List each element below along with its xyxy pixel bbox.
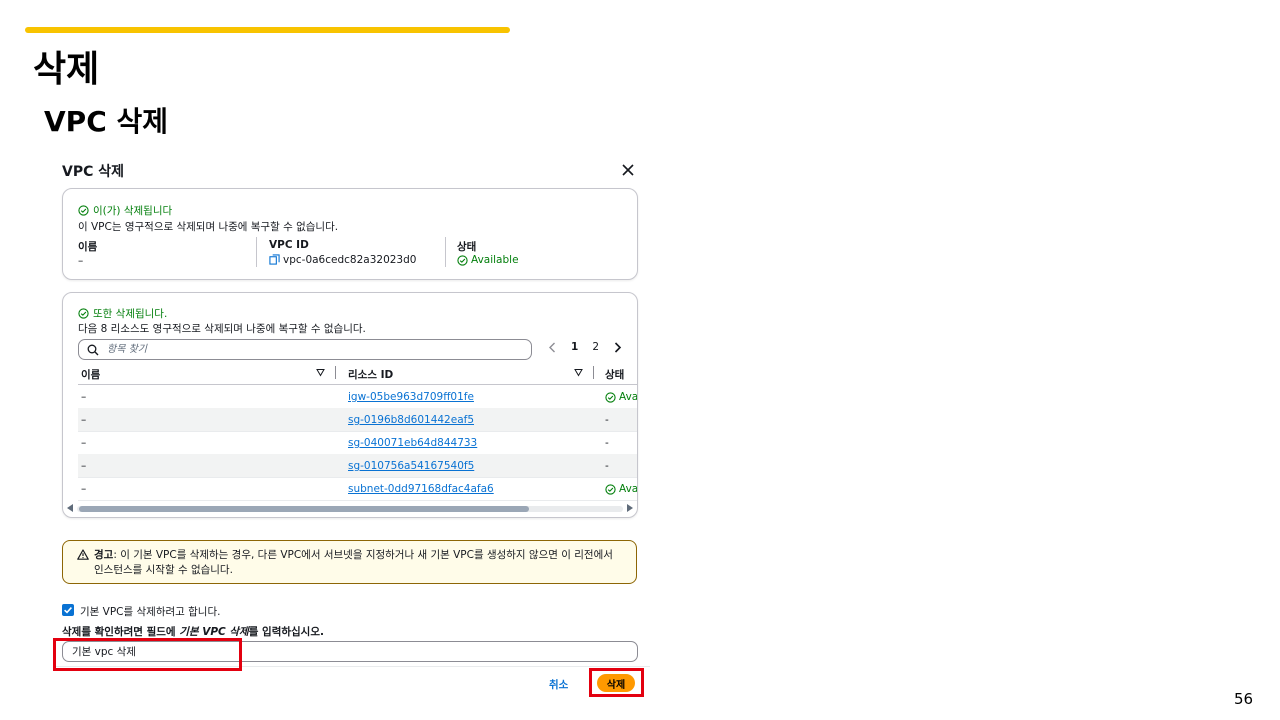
state-text: Available (471, 254, 519, 266)
scroll-left-icon[interactable] (67, 504, 73, 512)
chevron-left-icon[interactable] (548, 342, 557, 353)
check-circle-icon (78, 205, 89, 216)
cell-name: – (81, 414, 87, 426)
cell-name: – (81, 437, 87, 449)
resources-deleted-status: 또한 삭제됩니다. (78, 306, 167, 321)
cancel-button[interactable]: 취소 (549, 677, 568, 692)
resource-id-link[interactable]: sg-010756a54167540f5 (348, 460, 474, 472)
vpc-deleted-status: 이(가) 삭제됩니다 (78, 203, 172, 218)
column-header-resource-id[interactable]: 리소스 ID (348, 367, 393, 382)
resource-id-link[interactable]: subnet-0dd97168dfac4afa6 (348, 483, 494, 495)
vpc-id-value: vpc-0a6cedc82a32023d0 (269, 254, 416, 266)
sort-down-icon[interactable] (574, 368, 583, 377)
confirm-keyword: 기본 VPC 삭제 (179, 626, 249, 638)
delete-vpc-modal: VPC 삭제 이(가) 삭제됩니다 이 VPC는 영구적으로 삭제되며 나중에 … (55, 152, 655, 707)
highlight-box-delete-button (589, 668, 644, 697)
warning-icon (77, 549, 89, 560)
search-box (78, 339, 532, 360)
vpc-summary-panel: 이(가) 삭제됩니다 이 VPC는 영구적으로 삭제되며 나중에 복구할 수 없… (62, 188, 638, 280)
scroll-right-icon[interactable] (627, 504, 633, 512)
table-row: – subnet-0dd97168dfac4afa6 Ava (78, 477, 638, 501)
confirm-prefix: 삭제를 확인하려면 필드에 (62, 626, 180, 638)
warning-label: 경고 (94, 549, 114, 561)
check-circle-icon (78, 308, 89, 319)
table-row: – sg-010756a54167540f5 - (78, 454, 637, 478)
check-circle-icon (457, 254, 468, 266)
checkmark-icon (64, 607, 72, 614)
slide-subtitle: VPC 삭제 (44, 105, 169, 138)
name-value: – (78, 255, 84, 267)
state-label: 상태 (457, 241, 477, 253)
check-circle-icon (605, 391, 616, 403)
vpc-deleted-label: 이(가) 삭제됩니다 (93, 205, 173, 217)
close-icon[interactable] (621, 163, 635, 177)
column-header-name[interactable]: 이름 (81, 367, 100, 382)
column-divider[interactable] (593, 366, 594, 379)
column-header-status[interactable]: 상태 (605, 367, 624, 382)
confirm-checkbox[interactable] (62, 604, 74, 616)
related-resources-panel: 또한 삭제됩니다. 다음 8 리소스도 영구적으로 삭제되며 나중에 복구할 수… (62, 292, 638, 518)
resources-deleted-label: 또한 삭제됩니다. (93, 308, 168, 320)
page-2-button[interactable]: 2 (592, 341, 599, 353)
highlight-box-input (53, 638, 242, 671)
warning-alert: 경고: 이 기본 VPC를 삭제하는 경우, 다른 VPC에서 서브넷을 지정하… (62, 540, 637, 584)
cell-status: Ava (605, 391, 638, 403)
sort-down-icon[interactable] (316, 368, 325, 377)
page-1-button[interactable]: 1 (571, 341, 578, 353)
status-text: Ava (619, 483, 638, 495)
warning-text: 경고: 이 기본 VPC를 삭제하는 경우, 다른 VPC에서 서브넷을 지정하… (94, 548, 624, 578)
resource-id-link[interactable]: igw-05be963d709ff01fe (348, 391, 474, 403)
state-value: Available (457, 254, 519, 266)
cell-name: – (81, 460, 87, 472)
confirm-suffix: 를 입력하십시오. (248, 626, 324, 638)
search-input[interactable] (105, 343, 509, 356)
cell-name: – (81, 391, 87, 403)
resource-id-link[interactable]: sg-0196b8d601442eaf5 (348, 414, 474, 426)
vpc-id-label: VPC ID (269, 239, 309, 251)
confirm-instruction: 삭제를 확인하려면 필드에 기본 VPC 삭제를 입력하십시오. (62, 624, 324, 639)
name-label: 이름 (78, 241, 98, 253)
scrollbar-thumb[interactable] (79, 506, 529, 512)
horizontal-scrollbar[interactable] (65, 503, 635, 513)
pagination: 1 2 (548, 341, 622, 353)
warning-message: : 이 기본 VPC를 삭제하는 경우, 다른 VPC에서 서브넷을 지정하거나… (94, 549, 613, 576)
copy-icon[interactable] (269, 254, 280, 265)
checkbox-label: 기본 VPC를 삭제하려고 합니다. (80, 606, 221, 618)
page-number: 56 (1234, 690, 1254, 708)
search-icon (87, 344, 99, 355)
cell-status: - (605, 437, 609, 449)
slide-title: 삭제 (33, 49, 100, 90)
cell-status: - (605, 460, 609, 472)
cell-status: Ava (605, 483, 638, 495)
divider (256, 237, 257, 267)
chevron-right-icon[interactable] (613, 341, 622, 353)
modal-title: VPC 삭제 (62, 164, 125, 180)
table-row: – igw-05be963d709ff01fe Ava (78, 385, 638, 409)
vpc-id-text: vpc-0a6cedc82a32023d0 (283, 254, 417, 266)
cell-name: – (81, 483, 87, 495)
accent-bar (25, 27, 510, 33)
divider (445, 237, 446, 267)
table-row: – sg-0196b8d601442eaf5 - (78, 408, 637, 432)
table-row: – sg-040071eb64d844733 - (78, 431, 637, 455)
table-header: 이름 리소스 ID 상태 (78, 362, 637, 385)
vpc-delete-description: 이 VPC는 영구적으로 삭제되며 나중에 복구할 수 없습니다. (78, 221, 339, 233)
column-divider[interactable] (335, 366, 336, 379)
cell-status: - (605, 414, 609, 426)
resource-id-link[interactable]: sg-040071eb64d844733 (348, 437, 477, 449)
status-text: Ava (619, 391, 638, 403)
check-circle-icon (605, 483, 616, 495)
resources-description: 다음 8 리소스도 영구적으로 삭제되며 나중에 복구할 수 없습니다. (78, 323, 366, 335)
